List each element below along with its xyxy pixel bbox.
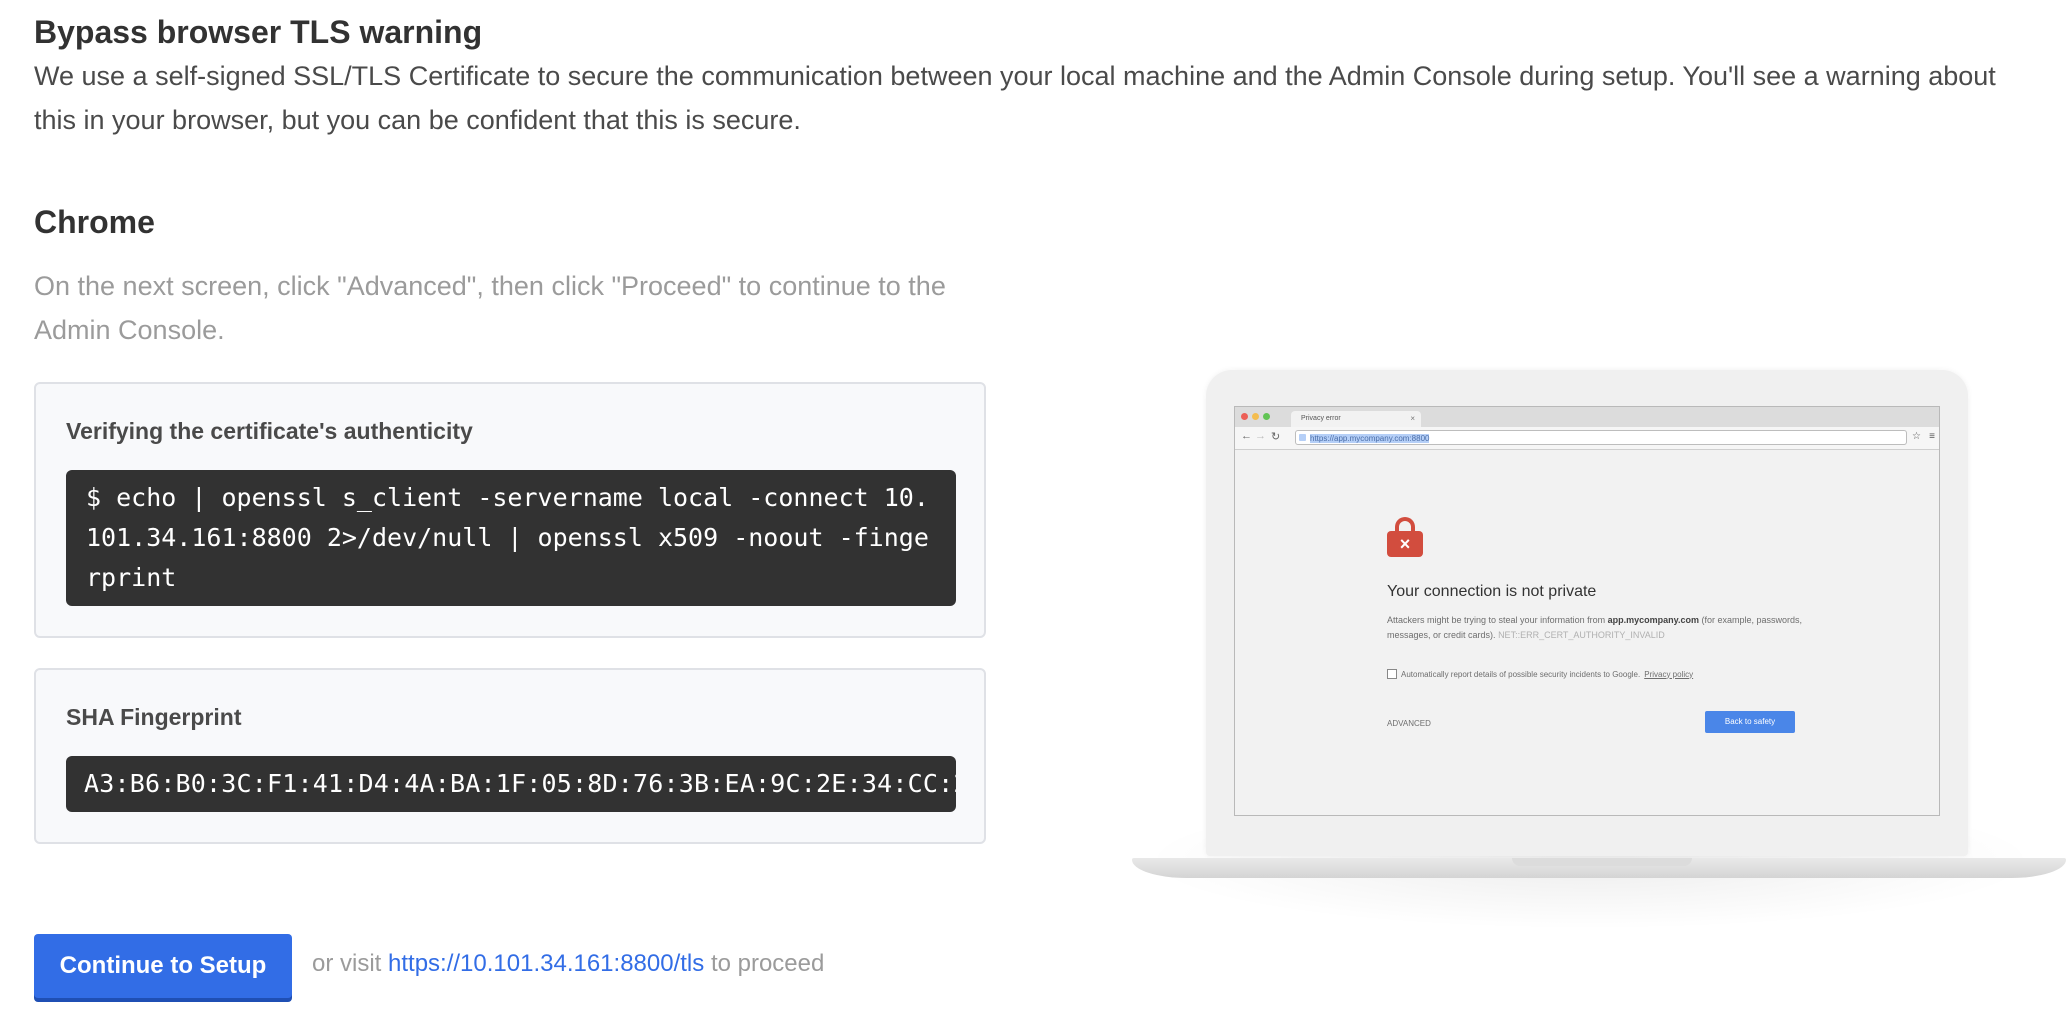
report-checkbox: [1387, 669, 1397, 679]
advanced-link: ADVANCED: [1387, 719, 1431, 728]
reload-icon: ↻: [1271, 431, 1281, 443]
visit-prefix: or visit: [312, 950, 382, 977]
window-close-dot: [1241, 413, 1248, 420]
intro-text: We use a self-signed SSL/TLS Certificate…: [34, 61, 1996, 135]
sha-card-label: SHA Fingerprint: [66, 704, 242, 730]
browser-tab-strip: Privacy error ×: [1235, 407, 1939, 428]
verify-card-label: Verifying the certificate's authenticity: [66, 418, 473, 444]
verify-certificate-card: Verifying the certificate's authenticity…: [34, 382, 986, 638]
error-title: Your connection is not private: [1387, 583, 1597, 600]
browser-instruction: On the next screen, click "Advanced", th…: [34, 271, 946, 345]
back-to-safety-button: Back to safety: [1705, 711, 1795, 733]
visit-link-text: or visit https://10.101.34.161:8800/tls …: [312, 950, 824, 978]
browser-tab-title: Privacy error: [1301, 415, 1341, 422]
sha-fingerprint-card: SHA Fingerprint A3:B6:B0:3C:F1:41:D4:4A:…: [34, 668, 986, 844]
menu-icon: ≡: [1929, 431, 1935, 442]
sha-fingerprint-code[interactable]: A3:B6:B0:3C:F1:41:D4:4A:BA:1F:05:8D:76:3…: [66, 756, 956, 812]
laptop-illustration: Privacy error × ← → ↻ https://app.mycomp…: [1120, 370, 2066, 930]
lock-icon: ×: [1387, 517, 1423, 557]
page-title: Bypass browser TLS warning: [34, 14, 483, 50]
browser-section-title: Chrome: [34, 204, 155, 240]
browser-toolbar: ← → ↻ https://app.mycompany.com:8800 ☆ ≡: [1235, 427, 1939, 450]
continue-to-setup-button[interactable]: Continue to Setup: [34, 934, 292, 998]
browser-tab: Privacy error ×: [1291, 411, 1421, 427]
laptop-screen: Privacy error × ← → ↻ https://app.mycomp…: [1234, 406, 1940, 816]
forward-icon: →: [1255, 430, 1266, 442]
browser-address-bar: https://app.mycompany.com:8800: [1295, 430, 1907, 445]
verify-command-code[interactable]: $ echo | openssl s_client -servername lo…: [66, 470, 956, 606]
visit-suffix: to proceed: [710, 950, 825, 977]
window-minimize-dot: [1252, 413, 1259, 420]
lock-icon: [1299, 434, 1306, 441]
report-checkbox-row: Automatically report details of possible…: [1387, 669, 1693, 679]
star-icon: ☆: [1912, 431, 1921, 442]
window-zoom-dot: [1263, 413, 1270, 420]
tls-link[interactable]: https://10.101.34.161:8800/tls: [388, 950, 704, 977]
back-icon: ←: [1241, 430, 1252, 442]
browser-url: https://app.mycompany.com:8800: [1310, 434, 1430, 443]
error-body: Attackers might be trying to steal your …: [1387, 615, 1803, 640]
laptop-notch: [1512, 858, 1692, 866]
close-icon: ×: [1410, 414, 1415, 423]
